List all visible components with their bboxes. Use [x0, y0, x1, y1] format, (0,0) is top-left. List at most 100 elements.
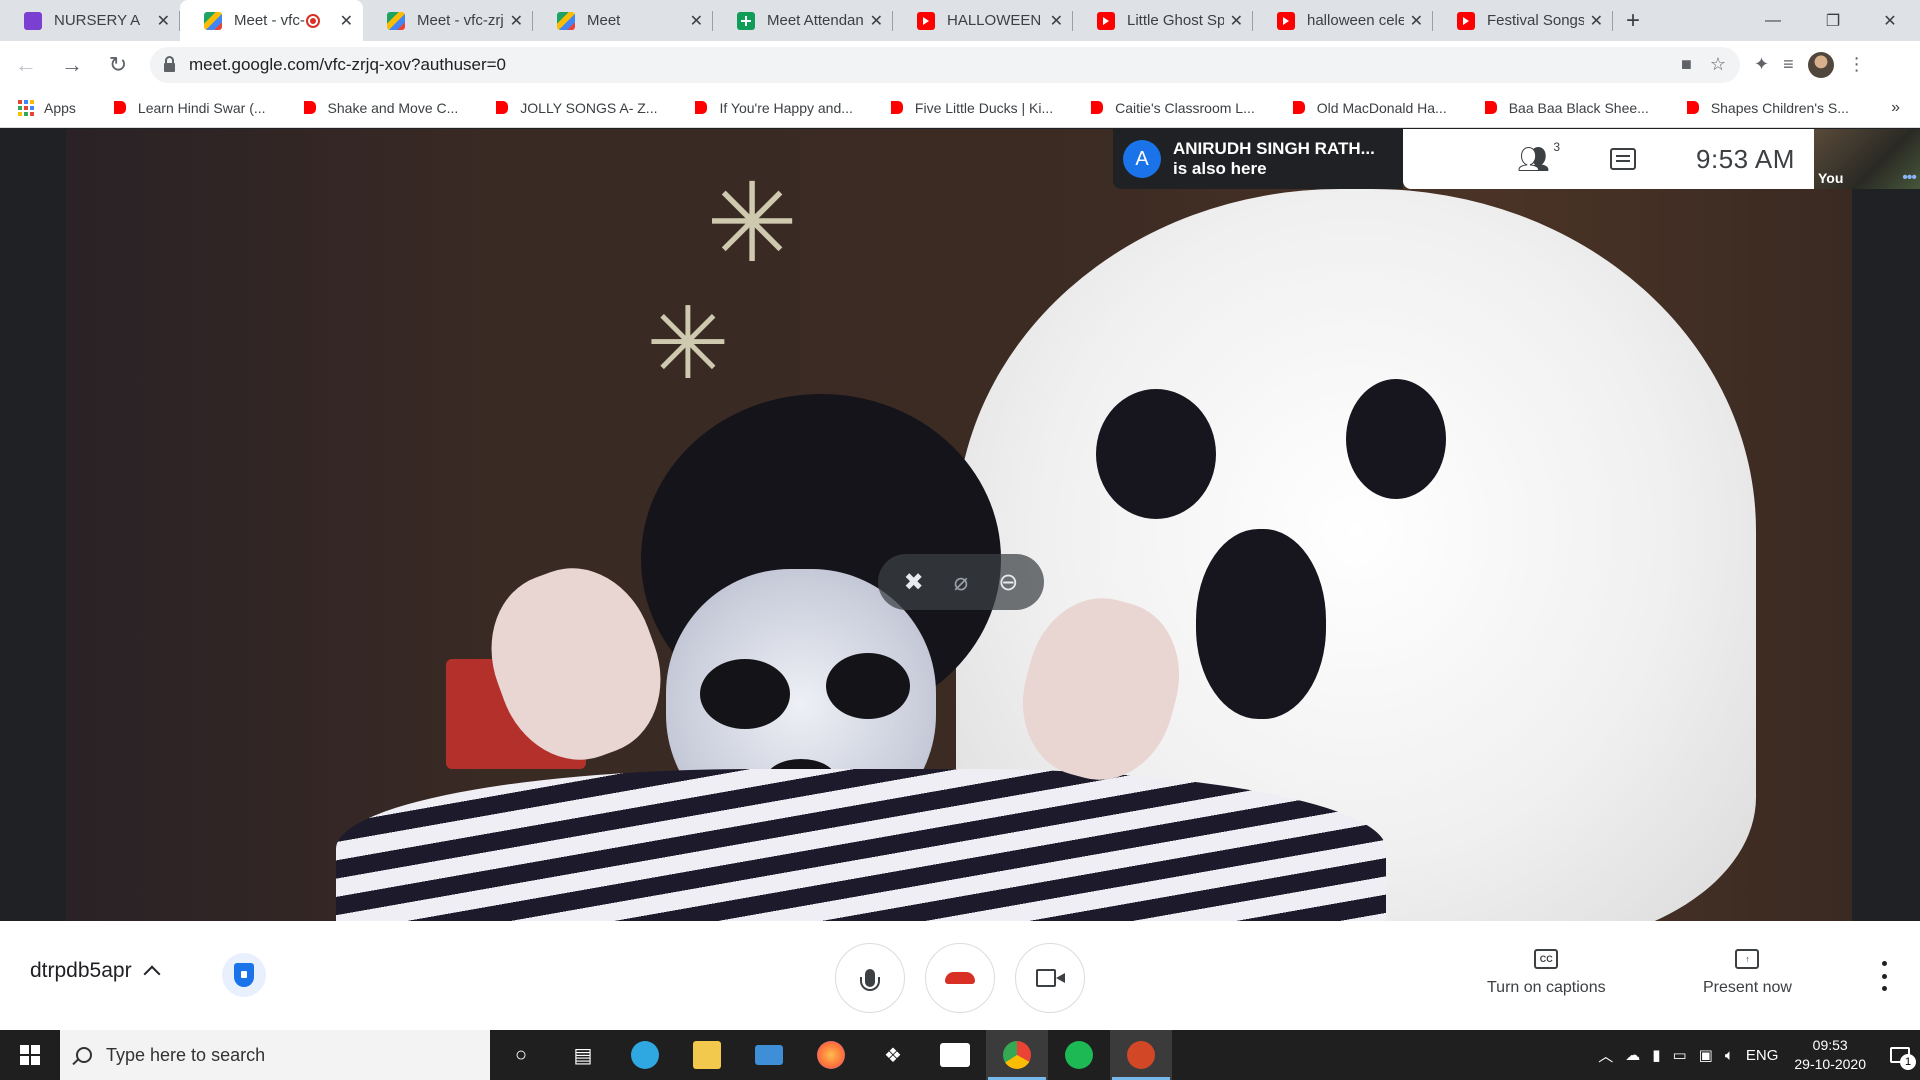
- amazon-button[interactable]: [924, 1030, 986, 1080]
- start-button[interactable]: [0, 1030, 60, 1080]
- youtube-icon: [917, 11, 935, 30]
- bookmark-item[interactable]: Learn Hindi Swar (...: [107, 99, 266, 116]
- bookmark-star-icon[interactable]: ☆: [1710, 54, 1726, 75]
- face-paint-eye: [700, 659, 790, 729]
- captions-label: Turn on captions: [1487, 979, 1606, 996]
- meet-bottom-bar: dtrpdb5apr CC Turn on captions ↑ Present…: [0, 921, 1920, 1030]
- decoration-star: ✳: [646, 288, 730, 400]
- media-controls-icon[interactable]: ≡: [1783, 54, 1794, 75]
- spotify-button[interactable]: [1048, 1030, 1110, 1080]
- timeline-button[interactable]: ▤: [552, 1030, 614, 1080]
- volume-icon[interactable]: 🔈︎: [1725, 1047, 1734, 1064]
- language-indicator[interactable]: ENG: [1746, 1047, 1779, 1064]
- tab-meet-active[interactable]: Meet - vfc- ✕: [180, 0, 363, 41]
- windows-taskbar: Type here to search ○ ▤ ❖ ︿ ☁ ▮ ▭ ▣ 🔈︎ E…: [0, 1030, 1920, 1080]
- bookmark-item[interactable]: If You're Happy and...: [689, 100, 853, 116]
- present-now-button[interactable]: ↑ Present now: [1703, 949, 1792, 997]
- firefox-button[interactable]: [800, 1030, 862, 1080]
- ghost-mouth: [1196, 529, 1326, 719]
- tab-halloween-celebration[interactable]: halloween cele ✕: [1253, 0, 1433, 41]
- forward-button[interactable]: →: [52, 45, 92, 85]
- search-icon: [76, 1047, 92, 1063]
- file-explorer-button[interactable]: [676, 1030, 738, 1080]
- extensions-icon[interactable]: ✦: [1754, 54, 1769, 75]
- url-text[interactable]: meet.google.com/vfc-zrjq-xov?authuser=0: [189, 55, 506, 75]
- bookmark-item[interactable]: Shapes Children's S...: [1680, 100, 1849, 116]
- tab-meet-zrjq[interactable]: Meet - vfc-zrjq ✕: [363, 0, 533, 41]
- more-options-button[interactable]: [1872, 961, 1896, 991]
- bookmark-item[interactable]: Old MacDonald Ha...: [1286, 100, 1447, 116]
- taskbar-search[interactable]: Type here to search: [60, 1030, 490, 1080]
- back-button[interactable]: ←: [6, 45, 46, 85]
- close-tab-icon[interactable]: ✕: [157, 11, 170, 31]
- bookmarks-overflow-button[interactable]: »: [1891, 99, 1900, 117]
- notification-message: is also here: [1173, 159, 1267, 178]
- minimize-window-button[interactable]: ―: [1743, 0, 1803, 41]
- dropbox-button[interactable]: ❖: [862, 1030, 924, 1080]
- close-tab-icon[interactable]: ✕: [870, 11, 883, 31]
- microphone-tray-icon[interactable]: ▮: [1652, 1046, 1660, 1064]
- meet-stage: ✳ ✳ ✖ ⌀ ⊖ A ANIRUDH SINGH RATH... is als…: [0, 129, 1920, 921]
- lock-icon[interactable]: [164, 55, 175, 72]
- bookmark-item[interactable]: Five Little Ducks | Ki...: [884, 100, 1053, 116]
- close-tab-icon[interactable]: ✕: [1590, 11, 1603, 31]
- close-tab-icon[interactable]: ✕: [340, 11, 353, 31]
- close-tab-icon[interactable]: ✕: [1410, 11, 1423, 31]
- show-hidden-icons-icon[interactable]: ︿: [1598, 1045, 1613, 1066]
- tab-little-ghost[interactable]: Little Ghost Sp ✕: [1073, 0, 1253, 41]
- network-icon[interactable]: ▣: [1699, 1046, 1713, 1064]
- task-view-button[interactable]: ○: [490, 1030, 552, 1080]
- microphone-button[interactable]: [835, 943, 905, 1013]
- new-tab-button[interactable]: +: [1613, 0, 1653, 41]
- tab-meet[interactable]: Meet ✕: [533, 0, 713, 41]
- taskbar-clock[interactable]: 09:53 29-10-2020: [1794, 1036, 1866, 1074]
- close-tab-icon[interactable]: ✕: [510, 11, 523, 31]
- close-tab-icon[interactable]: ✕: [690, 11, 703, 31]
- close-tab-icon[interactable]: ✕: [1050, 11, 1063, 31]
- bookmark-item[interactable]: JOLLY SONGS A- Z...: [490, 100, 657, 116]
- more-options-icon[interactable]: •••: [1902, 169, 1917, 187]
- recording-indicator-icon: [305, 13, 320, 28]
- remove-participant-icon[interactable]: ⊖: [991, 568, 1025, 597]
- chat-icon[interactable]: [1610, 148, 1637, 170]
- participants-button[interactable]: 👥︎ 3: [1517, 140, 1560, 175]
- bookmark-item[interactable]: Baa Baa Black Shee...: [1478, 100, 1649, 116]
- pin-off-icon[interactable]: ✖: [897, 568, 931, 597]
- mail-button[interactable]: [738, 1030, 800, 1080]
- reload-button[interactable]: ↻: [98, 45, 138, 85]
- striped-shirt: [336, 769, 1386, 921]
- chrome-button[interactable]: [986, 1030, 1048, 1080]
- ghost-eye: [1346, 379, 1446, 499]
- camera-button[interactable]: [1015, 943, 1085, 1013]
- bookmark-item[interactable]: Shake and Move C...: [297, 100, 458, 116]
- restore-window-button[interactable]: ❐: [1803, 0, 1863, 41]
- tab-title: HALLOWEEN S: [947, 12, 1044, 29]
- tab-festival-songs[interactable]: Festival Songs ✕: [1433, 0, 1613, 41]
- tab-meet-attendance[interactable]: Meet Attendan ✕: [713, 0, 893, 41]
- edge-button[interactable]: [614, 1030, 676, 1080]
- close-window-button[interactable]: ✕: [1860, 0, 1920, 41]
- address-bar[interactable]: meet.google.com/vfc-zrjq-xov?authuser=0 …: [150, 46, 1740, 83]
- leave-call-button[interactable]: [925, 943, 995, 1013]
- captions-button[interactable]: CC Turn on captions: [1487, 949, 1606, 997]
- profile-avatar[interactable]: [1807, 51, 1834, 78]
- self-view-tile[interactable]: You •••: [1814, 129, 1920, 189]
- meet-icon: [204, 11, 222, 30]
- close-tab-icon[interactable]: ✕: [1230, 11, 1243, 31]
- chrome-menu-icon[interactable]: ⋮: [1848, 54, 1866, 75]
- host-controls-button[interactable]: [222, 953, 266, 997]
- powerpoint-button[interactable]: [1110, 1030, 1172, 1080]
- bookmark-apps[interactable]: Apps: [18, 99, 76, 116]
- onedrive-icon[interactable]: ☁: [1625, 1046, 1640, 1064]
- mic-off-icon[interactable]: ⌀: [944, 568, 978, 597]
- battery-icon[interactable]: ▭: [1672, 1046, 1686, 1064]
- youtube-icon: [689, 101, 708, 114]
- bookmark-label: Learn Hindi Swar (...: [137, 99, 266, 116]
- tab-nursery-a[interactable]: NURSERY A ✕: [0, 0, 180, 41]
- participant-video[interactable]: ✳ ✳: [66, 129, 1852, 921]
- bookmark-item[interactable]: Caitie's Classroom L...: [1085, 100, 1255, 116]
- meeting-details-button[interactable]: dtrpdb5apr: [30, 959, 161, 983]
- tab-halloween[interactable]: HALLOWEEN S ✕: [893, 0, 1073, 41]
- action-center-button[interactable]: 1: [1880, 1030, 1920, 1080]
- camera-in-use-icon[interactable]: ■: [1681, 54, 1692, 75]
